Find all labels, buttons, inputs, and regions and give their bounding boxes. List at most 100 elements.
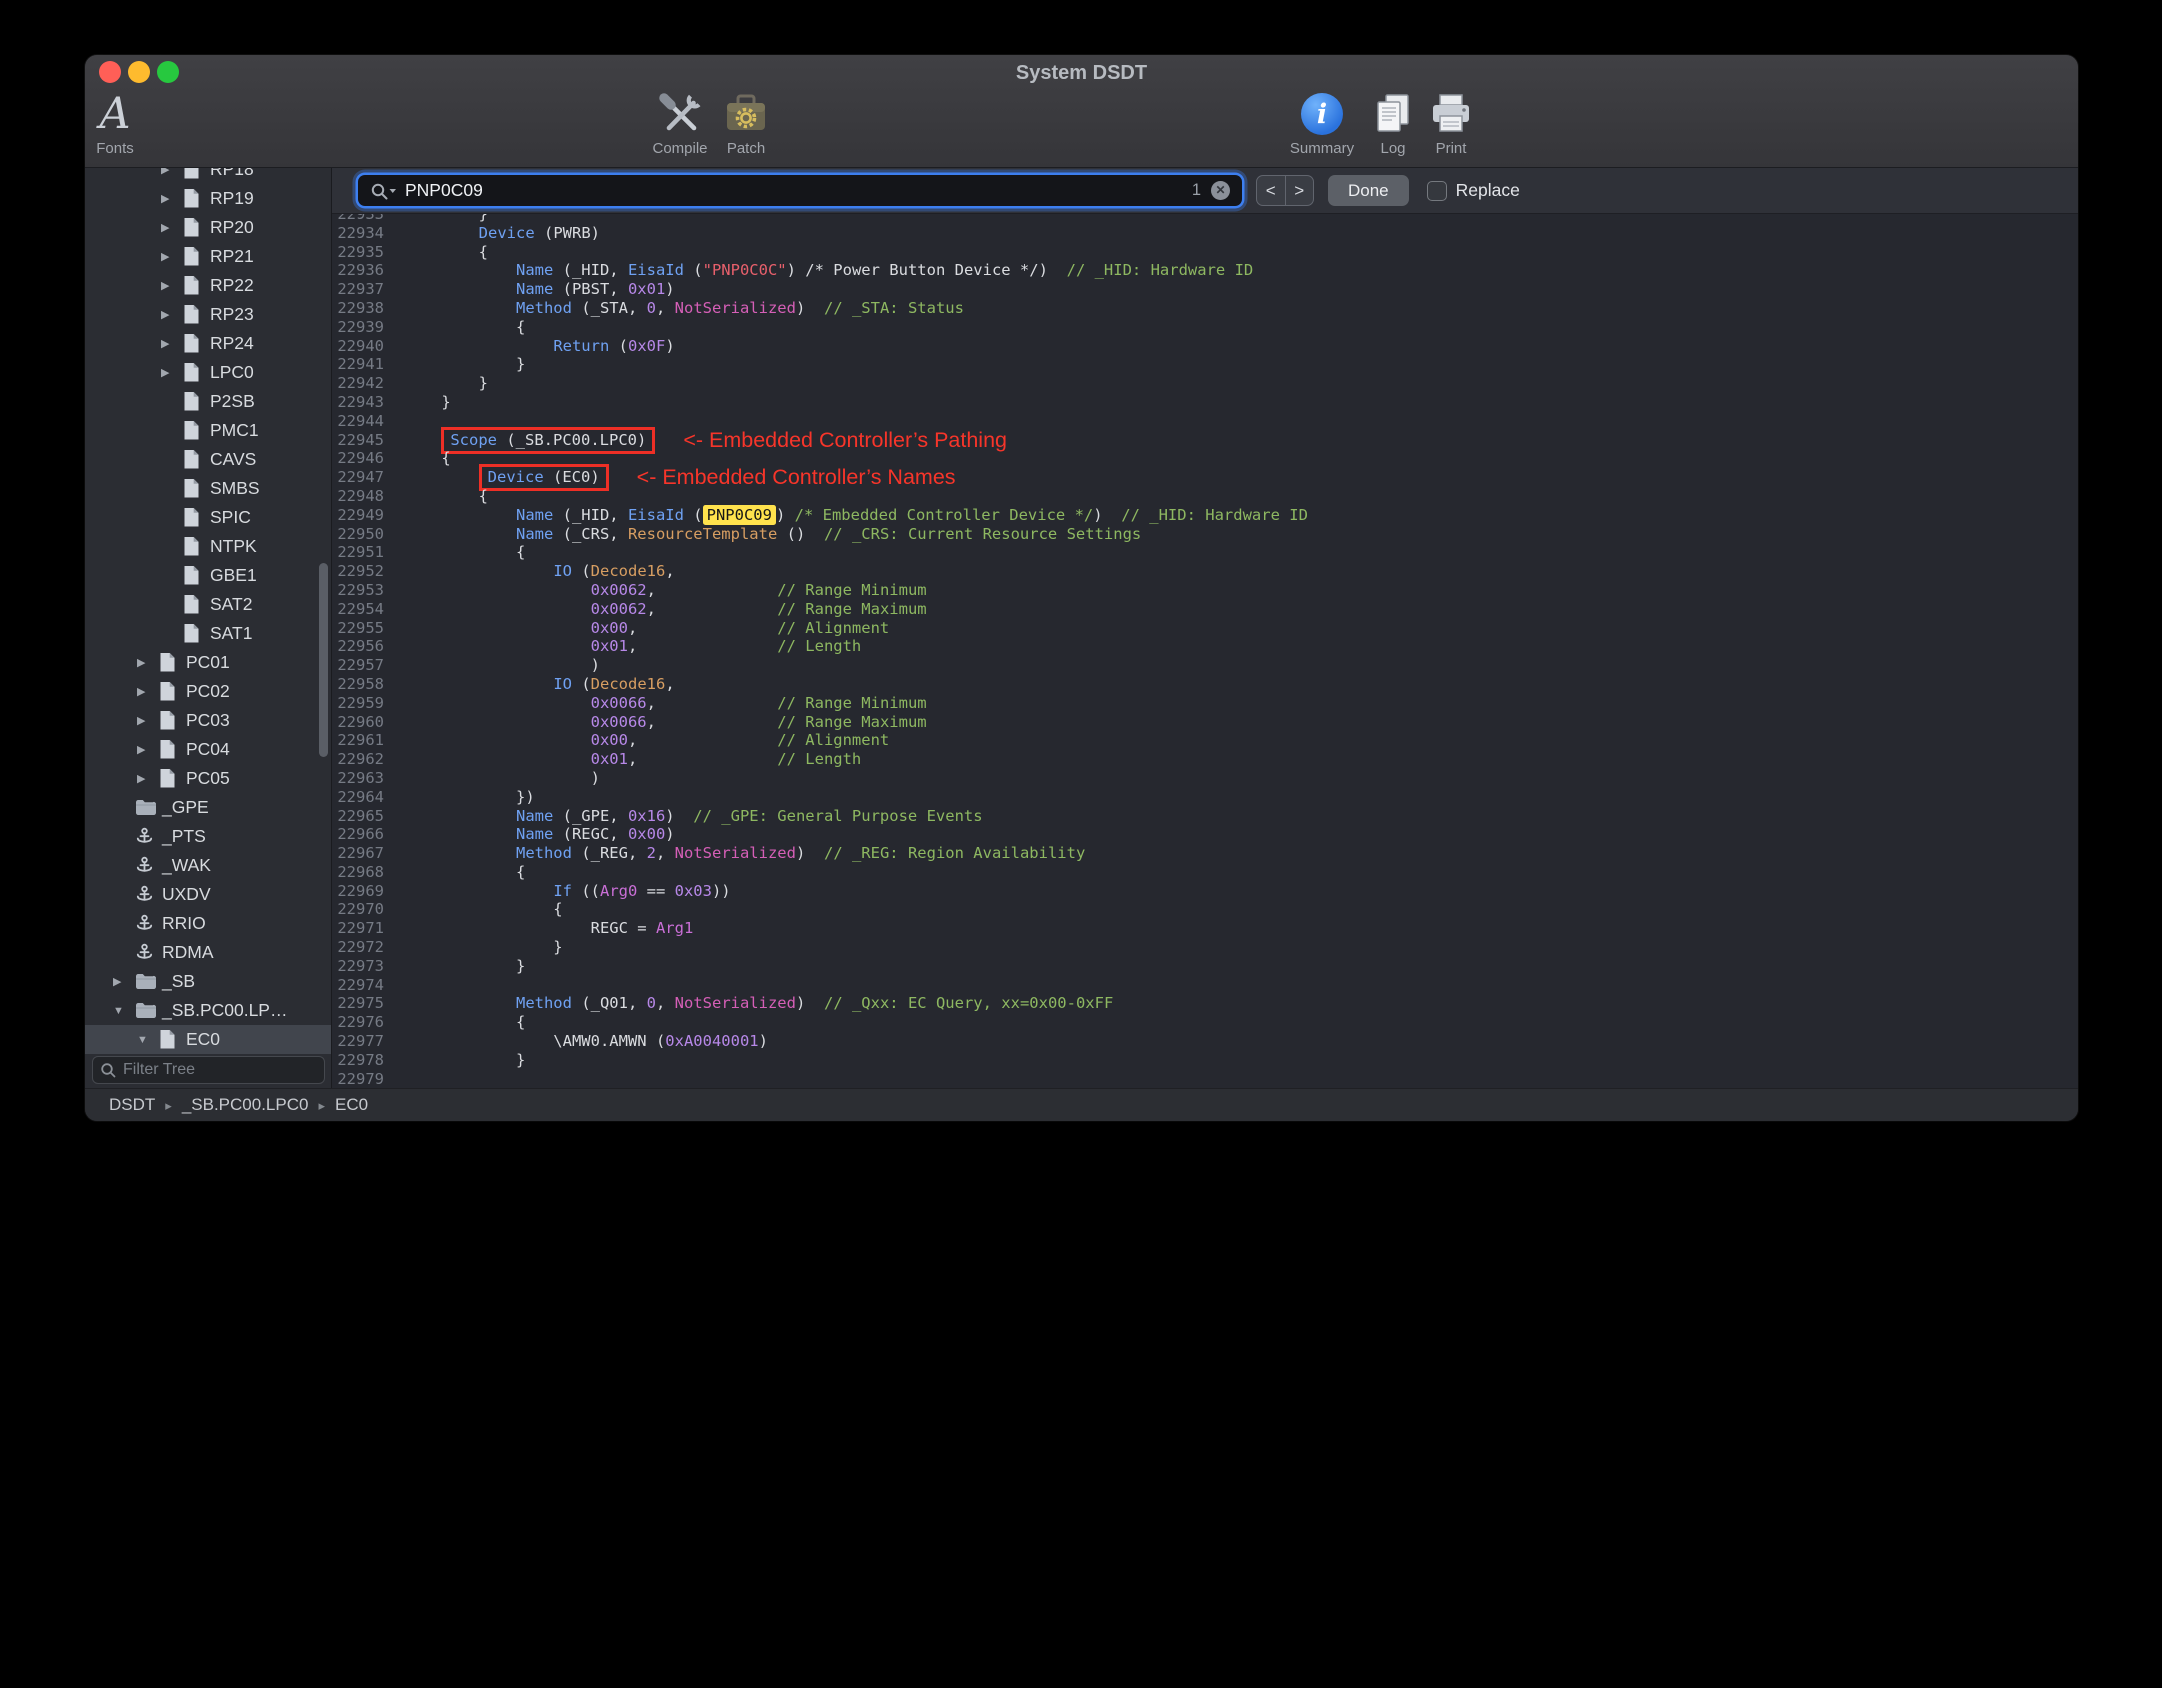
code-line[interactable]: 22937 Name (PBST, 0x01): [332, 280, 2078, 299]
sidebar-item-rp23[interactable]: ▶ RP23: [85, 300, 331, 329]
fonts-button[interactable]: A Fonts: [85, 91, 170, 157]
sidebar-item-pmc1[interactable]: PMC1: [85, 416, 331, 445]
print-button[interactable]: Print: [1396, 91, 1506, 157]
code-line[interactable]: 22945 Scope (_SB.PC00.LPC0) <- Embedded C…: [332, 426, 2078, 454]
code-line[interactable]: 22963 ): [332, 769, 2078, 788]
sidebar-item-uxdv[interactable]: UXDV: [85, 880, 331, 909]
code-line[interactable]: 22970 {: [332, 900, 2078, 919]
disclosure-collapsed-icon[interactable]: ▶: [135, 743, 159, 756]
code-line[interactable]: 22957 ): [332, 656, 2078, 675]
code-line[interactable]: 22974: [332, 976, 2078, 995]
sidebar-item-rp21[interactable]: ▶ RP21: [85, 242, 331, 271]
code-line[interactable]: 22966 Name (REGC, 0x00): [332, 825, 2078, 844]
code-line[interactable]: 22959 0x0066, // Range Minimum: [332, 694, 2078, 713]
clear-search-icon[interactable]: ✕: [1211, 181, 1230, 200]
disclosure-collapsed-icon[interactable]: ▶: [135, 685, 159, 698]
code-editor[interactable]: 22933 } 22934 Device (PWRB) 22935 {22936 N…: [332, 214, 2078, 1088]
code-line[interactable]: 22940 Return (0x0F): [332, 337, 2078, 356]
code-line[interactable]: 22973 }: [332, 957, 2078, 976]
sidebar-item-pc03[interactable]: ▶ PC03: [85, 706, 331, 735]
sidebar-item-gpe[interactable]: _GPE: [85, 793, 331, 822]
breadcrumb-item[interactable]: EC0: [335, 1095, 368, 1114]
sidebar-item-sb[interactable]: ▶ _SB: [85, 967, 331, 996]
sidebar-item-lpc0[interactable]: ▶ LPC0: [85, 358, 331, 387]
code-line[interactable]: 22961 0x00, // Alignment: [332, 731, 2078, 750]
code-line[interactable]: 22947 Device (EC0) <- Embedded Controller…: [332, 464, 2078, 492]
code-line[interactable]: 22943 }: [332, 393, 2078, 412]
sidebar-item-pc04[interactable]: ▶ PC04: [85, 735, 331, 764]
replace-checkbox[interactable]: [1426, 180, 1447, 201]
code-line[interactable]: 22950 Name (_CRS, ResourceTemplate () //…: [332, 525, 2078, 544]
sidebar-item-wak[interactable]: _WAK: [85, 851, 331, 880]
code-line[interactable]: 22935 {: [332, 243, 2078, 262]
code-line[interactable]: 22976 {: [332, 1013, 2078, 1032]
sidebar-item-sat2[interactable]: SAT2: [85, 590, 331, 619]
code-line[interactable]: 22977 \AMW0.AMWN (0xA0040001): [332, 1032, 2078, 1051]
code-line[interactable]: 22951 {: [332, 543, 2078, 562]
sidebar-item-smbs[interactable]: SMBS: [85, 474, 331, 503]
breadcrumb-item[interactable]: DSDT: [109, 1095, 155, 1114]
code-line[interactable]: 22952 IO (Decode16,: [332, 562, 2078, 581]
sidebar-item-pc01[interactable]: ▶ PC01: [85, 648, 331, 677]
code-line[interactable]: 22968 {: [332, 863, 2078, 882]
code-line[interactable]: 22965 Name (_GPE, 0x16) // _GPE: General…: [332, 807, 2078, 826]
disclosure-collapsed-icon[interactable]: ▶: [111, 975, 135, 988]
disclosure-collapsed-icon[interactable]: ▶: [159, 192, 183, 205]
code-line[interactable]: 22953 0x0062, // Range Minimum: [332, 581, 2078, 600]
disclosure-collapsed-icon[interactable]: ▶: [159, 308, 183, 321]
code-line[interactable]: 22969 If ((Arg0 == 0x03)): [332, 882, 2078, 901]
code-line[interactable]: 22939 {: [332, 318, 2078, 337]
code-line[interactable]: 22975 Method (_Q01, 0, NotSerialized) //…: [332, 994, 2078, 1013]
find-input[interactable]: PNP0C09 1 ✕: [358, 175, 1242, 206]
code-line[interactable]: 22956 0x01, // Length: [332, 637, 2078, 656]
sidebar-scrollbar[interactable]: [319, 563, 328, 757]
code-line[interactable]: 22938 Method (_STA, 0, NotSerialized) //…: [332, 299, 2078, 318]
code-line[interactable]: 22962 0x01, // Length: [332, 750, 2078, 769]
code-line[interactable]: 22972 }: [332, 938, 2078, 957]
code-line[interactable]: 22955 0x00, // Alignment: [332, 619, 2078, 638]
code-line[interactable]: 22958 IO (Decode16,: [332, 675, 2078, 694]
disclosure-expanded-icon[interactable]: ▼: [111, 1005, 135, 1017]
code-line[interactable]: 22942 }: [332, 374, 2078, 393]
code-line[interactable]: 22967 Method (_REG, 2, NotSerialized) //…: [332, 844, 2078, 863]
filter-tree-input[interactable]: [92, 1056, 325, 1084]
done-button[interactable]: Done: [1328, 175, 1409, 206]
breadcrumb-item[interactable]: _SB.PC00.LPC0: [182, 1095, 309, 1114]
find-previous-button[interactable]: <: [1257, 176, 1285, 205]
code-line[interactable]: 22971 REGC = Arg1: [332, 919, 2078, 938]
search-menu-icon[interactable]: [370, 182, 397, 200]
sidebar-item-rrio[interactable]: RRIO: [85, 909, 331, 938]
sidebar-item-cavs[interactable]: CAVS: [85, 445, 331, 474]
disclosure-collapsed-icon[interactable]: ▶: [159, 279, 183, 292]
disclosure-collapsed-icon[interactable]: ▶: [159, 366, 183, 379]
sidebar-item-sbpc00lp[interactable]: ▼ _SB.PC00.LP…: [85, 996, 331, 1025]
sidebar-item-spic[interactable]: SPIC: [85, 503, 331, 532]
sidebar-item-ntpk[interactable]: NTPK: [85, 532, 331, 561]
sidebar-item-rp22[interactable]: ▶ RP22: [85, 271, 331, 300]
sidebar-item-rp20[interactable]: ▶ RP20: [85, 213, 331, 242]
find-next-button[interactable]: >: [1284, 176, 1314, 205]
sidebar-item-rdma[interactable]: RDMA: [85, 938, 331, 967]
code-line[interactable]: 22934 Device (PWRB): [332, 224, 2078, 243]
disclosure-collapsed-icon[interactable]: ▶: [159, 337, 183, 350]
code-line[interactable]: 22964 }): [332, 788, 2078, 807]
code-line[interactable]: 22949 Name (_HID, EisaId (PNP0C09) /* Em…: [332, 504, 2078, 525]
sidebar-item-p2sb[interactable]: P2SB: [85, 387, 331, 416]
code-line[interactable]: 22978 }: [332, 1051, 2078, 1070]
code-line[interactable]: 22960 0x0066, // Range Maximum: [332, 713, 2078, 732]
code-line[interactable]: 22936 Name (_HID, EisaId ("PNP0C0C") /* …: [332, 261, 2078, 280]
sidebar-item-rp19[interactable]: ▶ RP19: [85, 184, 331, 213]
code-line[interactable]: 22941 }: [332, 355, 2078, 374]
sidebar-item-rp18[interactable]: ▶ RP18: [85, 168, 331, 184]
code-line[interactable]: 22933 }: [332, 214, 2078, 224]
disclosure-collapsed-icon[interactable]: ▶: [159, 168, 183, 176]
disclosure-collapsed-icon[interactable]: ▶: [135, 772, 159, 785]
sidebar-item-pc05[interactable]: ▶ PC05: [85, 764, 331, 793]
sidebar-item-gbe1[interactable]: GBE1: [85, 561, 331, 590]
disclosure-collapsed-icon[interactable]: ▶: [159, 250, 183, 263]
sidebar-item-pc02[interactable]: ▶ PC02: [85, 677, 331, 706]
disclosure-expanded-icon[interactable]: ▼: [135, 1034, 159, 1046]
sidebar-item-rp24[interactable]: ▶ RP24: [85, 329, 331, 358]
sidebar-item-ec0[interactable]: ▼ EC0: [85, 1025, 331, 1054]
code-line[interactable]: 22979: [332, 1070, 2078, 1088]
